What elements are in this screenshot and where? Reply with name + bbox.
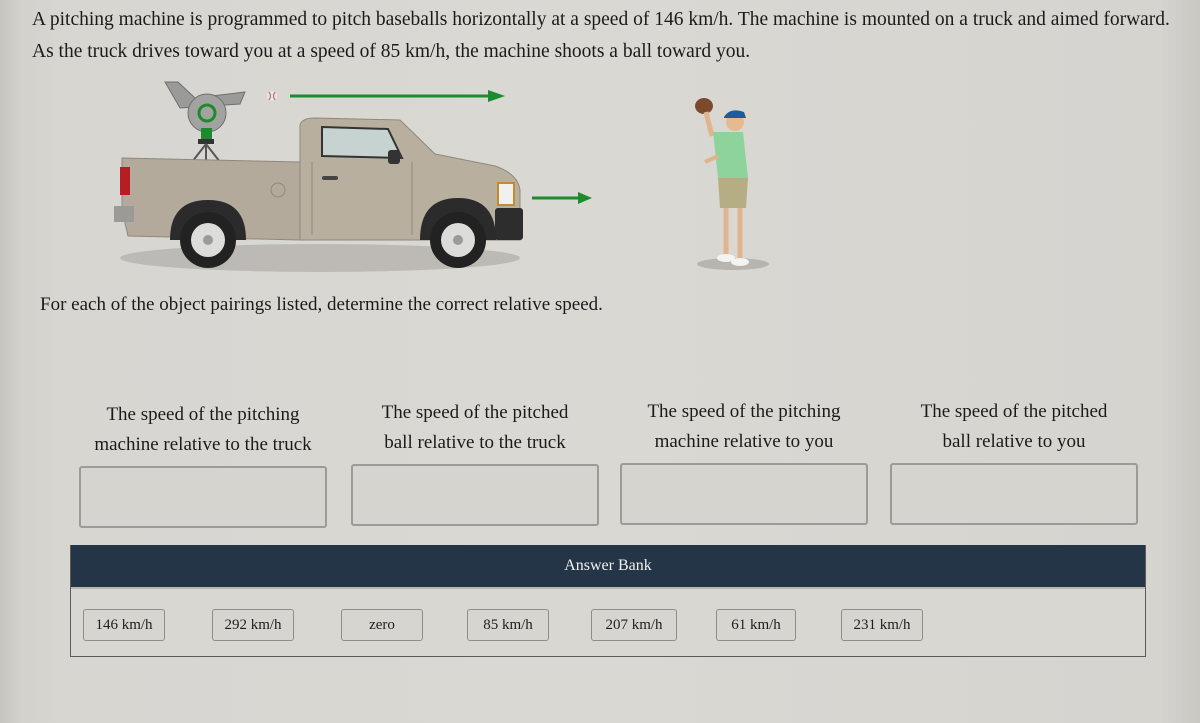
target-label-line2: machine relative to you (654, 431, 834, 452)
answer-tile[interactable]: 85 km/h (467, 609, 549, 641)
target-ball-relative-truck: The speed of the pitched ball relative t… (345, 398, 605, 526)
instruction-text: For each of the object pairings listed, … (40, 294, 603, 315)
answer-tile[interactable]: 231 km/h (841, 609, 923, 641)
ball-velocity-arrow (290, 90, 505, 102)
answer-tile[interactable]: 292 km/h (212, 609, 294, 641)
answer-bank-title: Answer Bank (71, 545, 1145, 589)
target-label-line1: The speed of the pitched (381, 402, 569, 423)
target-label-line2: ball relative to the truck (384, 432, 566, 453)
target-label-line2: machine relative to the truck (94, 434, 312, 455)
drop-zone-ball-relative-truck[interactable] (351, 464, 599, 526)
target-machine-relative-truck: The speed of the pitching machine relati… (73, 400, 333, 528)
question-text: A pitching machine is programmed to pitc… (32, 9, 1170, 62)
baseball-icon (267, 91, 277, 101)
target-label-line1: The speed of the pitching (647, 401, 841, 422)
person-with-glove-icon (695, 98, 749, 266)
answer-bank: Answer Bank 146 km/h 292 km/h zero 85 km… (70, 545, 1146, 657)
answer-tile[interactable]: zero (341, 609, 423, 641)
drop-zone-machine-relative-you[interactable] (620, 463, 868, 525)
rear-wheel-icon (180, 212, 236, 268)
target-machine-relative-you: The speed of the pitching machine relati… (614, 397, 874, 525)
answer-tile[interactable]: 61 km/h (716, 609, 796, 641)
drop-zone-machine-relative-truck[interactable] (79, 466, 327, 528)
target-label-line1: The speed of the pitching (106, 404, 300, 425)
answer-tile[interactable]: 146 km/h (83, 609, 165, 641)
page: A pitching machine is programmed to pitc… (0, 0, 1200, 723)
pitching-machine-icon (164, 81, 246, 163)
truck-velocity-arrow (532, 192, 592, 204)
drop-zone-ball-relative-you[interactable] (890, 463, 1138, 525)
target-label-line1: The speed of the pitched (920, 401, 1108, 422)
front-wheel-icon (430, 212, 486, 268)
truck-illustration (114, 81, 769, 272)
answer-tile[interactable]: 207 km/h (591, 609, 677, 641)
target-ball-relative-you: The speed of the pitched ball relative t… (884, 397, 1144, 525)
target-label-line2: ball relative to you (942, 431, 1086, 452)
